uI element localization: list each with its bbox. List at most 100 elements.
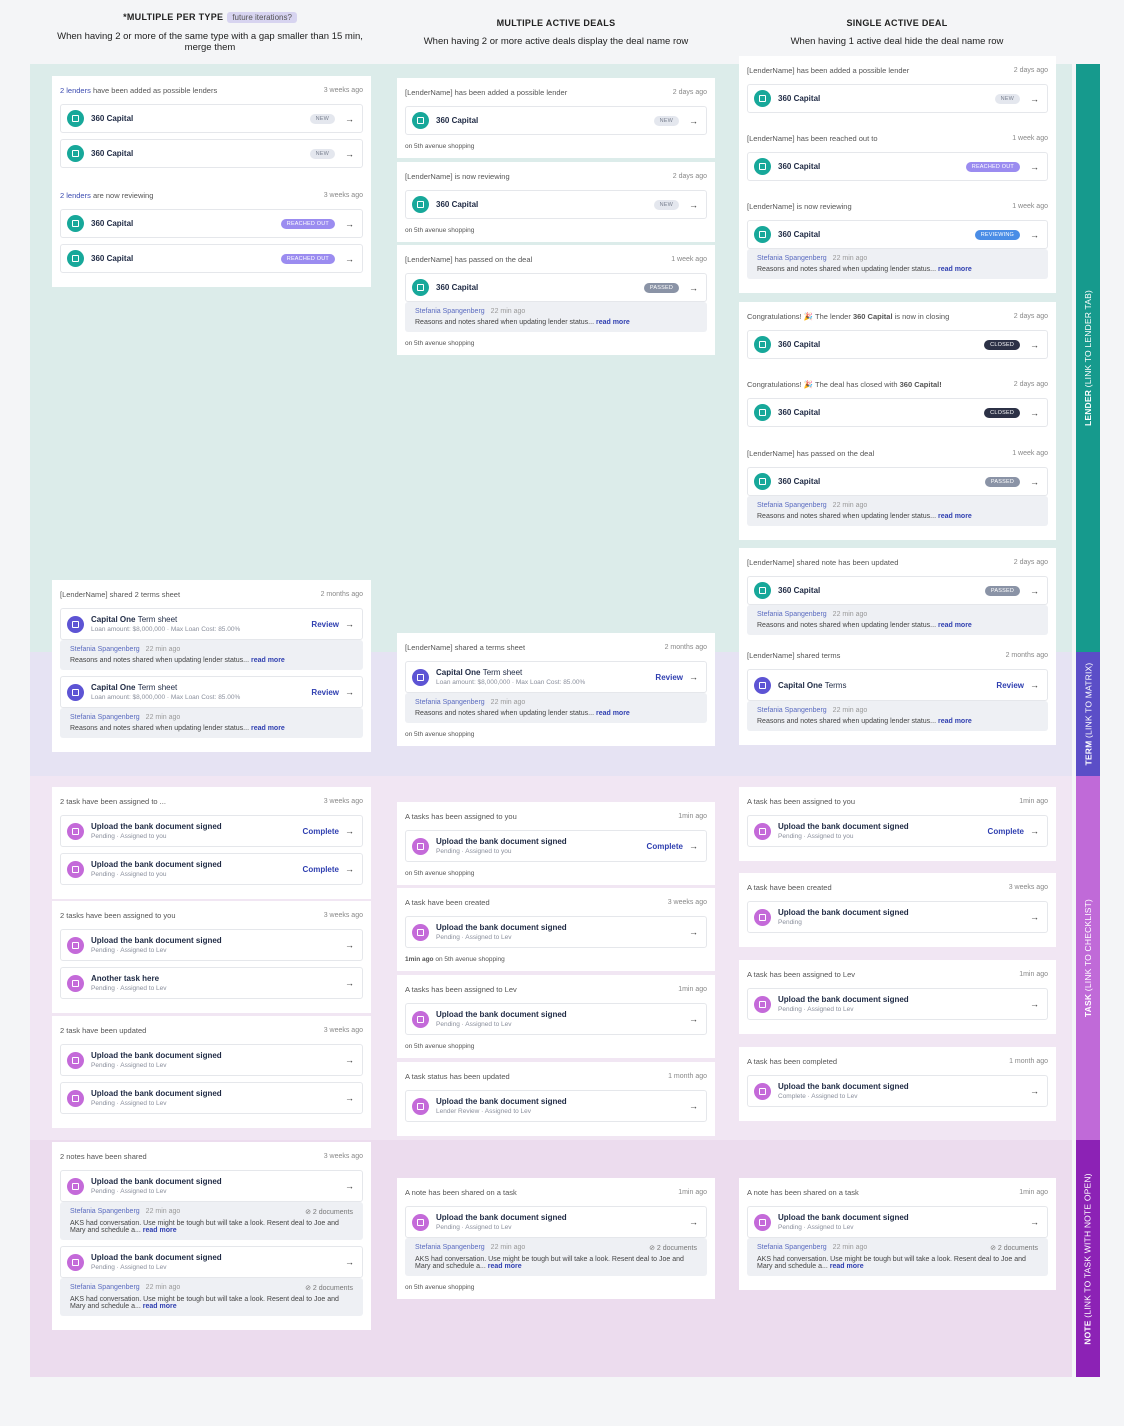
task-item[interactable]: Upload the bank document signed Pending ·…: [747, 988, 1048, 1020]
arrow-right-icon: →: [1030, 161, 1039, 172]
review-button[interactable]: Review: [311, 620, 339, 629]
complete-button[interactable]: Complete: [647, 842, 683, 851]
note-preview: Stefania Spangenberg 22 min ago Reasons an…: [60, 640, 363, 670]
read-more-link[interactable]: read more: [143, 1227, 177, 1234]
arrow-right-icon: →: [345, 978, 354, 988]
task-icon: [754, 995, 771, 1013]
lender-item[interactable]: 360 Capital NEW →: [405, 106, 707, 135]
building-icon: [412, 196, 429, 213]
read-more-link[interactable]: read more: [938, 513, 972, 520]
read-more-link[interactable]: read more: [251, 725, 285, 732]
lender-item[interactable]: 360 Capital NEW →: [60, 104, 363, 133]
read-more-link[interactable]: read more: [938, 718, 972, 725]
term-sheet-item[interactable]: Capital One Terms Review →: [747, 669, 1048, 701]
arrow-right-icon: →: [1030, 912, 1039, 922]
task-item[interactable]: Upload the bank document signed Pending ·…: [60, 1044, 363, 1076]
document-icon: [67, 615, 84, 633]
task-item[interactable]: Upload the bank document signed Pending →: [747, 901, 1048, 933]
task-item[interactable]: Upload the bank document signed Pending ·…: [747, 815, 1048, 847]
term-sheet-item[interactable]: Capital One Term sheet Loan amount: $8,00…: [405, 661, 707, 693]
note-section-bar[interactable]: NOTE (LINK TO TASK WITH NOTE OPEN): [1076, 1140, 1100, 1377]
lender-item[interactable]: 360 Capital REACHED OUT →: [60, 244, 363, 273]
review-button[interactable]: Review: [311, 688, 339, 697]
lender-item[interactable]: 360 Capital NEW →: [60, 139, 363, 168]
task-item[interactable]: Upload the bank document signed Complete …: [747, 1075, 1048, 1107]
term-sheet-item[interactable]: Capital One Term sheet Loan amount: $8,00…: [60, 676, 363, 708]
status-badge: REVIEWING: [974, 229, 1020, 240]
building-icon: [67, 145, 84, 162]
deal-name: on 5th avenue shopping: [405, 143, 475, 150]
activity-group: 2 lenders have been added as possible le…: [52, 76, 371, 182]
task-item[interactable]: Upload the bank document signed Pending ·…: [405, 1003, 707, 1035]
task-item[interactable]: Upload the bank document signed Lender Re…: [405, 1090, 707, 1122]
lender-item[interactable]: 360 Capital PASSED →: [747, 467, 1048, 496]
activity-group: [LenderName] has passed on the deal 1 wee…: [739, 439, 1056, 540]
complete-button[interactable]: Complete: [303, 827, 339, 836]
review-button[interactable]: Review: [655, 673, 683, 682]
activity-group: [LenderName] has been reached out to 1 we…: [739, 124, 1056, 195]
lender-item[interactable]: 360 Capital CLOSED →: [747, 330, 1048, 359]
complete-button[interactable]: Complete: [303, 865, 339, 874]
task-item[interactable]: Another task here Pending · Assigned to L…: [60, 967, 363, 999]
task-item[interactable]: Upload the bank document signed Pending ·…: [60, 1082, 363, 1114]
lender-item[interactable]: 360 Capital CLOSED →: [747, 398, 1048, 427]
lender-item[interactable]: 360 Capital REVIEWING →: [747, 220, 1048, 249]
lender-item[interactable]: 360 Capital REACHED OUT →: [747, 152, 1048, 181]
read-more-link[interactable]: read more: [938, 622, 972, 629]
activity-group: [LenderName] shared note has been update…: [739, 548, 1056, 649]
task-item[interactable]: Upload the bank document signed Pending ·…: [405, 916, 707, 948]
task-section-bar[interactable]: TASK (LINK TO CHECKLIST): [1076, 776, 1100, 1140]
task-icon: [67, 1177, 84, 1195]
read-more-link[interactable]: read more: [251, 657, 285, 664]
arrow-right-icon: →: [345, 148, 354, 159]
activity-group: A task have been created 3 weeks ago Uplo…: [739, 873, 1056, 947]
lender-item[interactable]: 360 Capital NEW →: [405, 190, 707, 219]
lender-item[interactable]: 360 Capital PASSED →: [405, 273, 707, 302]
status-badge: PASSED: [643, 282, 679, 293]
lender-item[interactable]: 360 Capital REACHED OUT →: [60, 209, 363, 238]
review-button[interactable]: Review: [996, 681, 1024, 690]
read-more-link[interactable]: read more: [143, 1303, 177, 1310]
read-more-link[interactable]: read more: [596, 319, 630, 326]
deal-name: on 5th avenue shopping: [405, 340, 475, 347]
task-item[interactable]: Upload the bank document signed Pending ·…: [747, 1206, 1048, 1238]
activity-group: [LenderName] shared terms 2 months ago Ca…: [739, 641, 1056, 745]
deal-name: on 5th avenue shopping: [405, 1284, 475, 1291]
read-more-link[interactable]: read more: [938, 266, 972, 273]
status-badge: NEW: [994, 93, 1020, 104]
note-preview: Stefania Spangenberg 22 min ago Reasons an…: [747, 249, 1048, 279]
task-item[interactable]: Upload the bank document signed Pending ·…: [60, 853, 363, 885]
read-more-link[interactable]: read more: [596, 710, 630, 717]
task-item[interactable]: Upload the bank document signed Pending ·…: [60, 929, 363, 961]
arrow-right-icon: →: [689, 115, 698, 126]
complete-button[interactable]: Complete: [988, 827, 1024, 836]
activity-group: A tasks has been assigned to you 1min ago…: [397, 802, 715, 885]
activity-group: [LenderName] is now reviewing 2 days ago …: [397, 162, 715, 242]
building-icon: [754, 582, 771, 599]
task-item[interactable]: Upload the bank document signed Pending ·…: [405, 830, 707, 862]
building-icon: [754, 226, 771, 243]
status-badge: NEW: [653, 115, 679, 126]
read-more-link[interactable]: read more: [830, 1263, 864, 1270]
lender-item[interactable]: 360 Capital NEW →: [747, 84, 1048, 113]
task-icon: [67, 936, 84, 954]
task-item[interactable]: Upload the bank document signed Pending ·…: [60, 1246, 363, 1278]
task-item[interactable]: Upload the bank document signed Pending ·…: [60, 1170, 363, 1202]
term-section-bar[interactable]: TERM (LINK TO MATRIX): [1076, 652, 1100, 776]
task-item[interactable]: Upload the bank document signed Pending ·…: [60, 815, 363, 847]
lender-item[interactable]: 360 Capital PASSED →: [747, 576, 1048, 605]
arrow-right-icon: →: [689, 1014, 698, 1024]
task-icon: [67, 860, 84, 878]
arrow-right-icon: →: [345, 1093, 354, 1103]
read-more-link[interactable]: read more: [488, 1263, 522, 1270]
building-icon: [754, 158, 771, 175]
task-item[interactable]: Upload the bank document signed Pending ·…: [405, 1206, 707, 1238]
activity-group: [LenderName] has been added a possible l…: [739, 56, 1056, 127]
activity-group: 2 task have been updated 3 weeks ago Uplo…: [52, 1016, 371, 1128]
term-sheet-item[interactable]: Capital One Term sheet Loan amount: $8,00…: [60, 608, 363, 640]
lender-section-bar[interactable]: LENDER (LINK TO LENDER TAB): [1076, 64, 1100, 652]
status-badge: PASSED: [984, 476, 1020, 487]
paperclip-icon: ⊘: [305, 1285, 313, 1292]
arrow-right-icon: →: [345, 1257, 354, 1267]
arrow-right-icon: →: [1030, 999, 1039, 1009]
